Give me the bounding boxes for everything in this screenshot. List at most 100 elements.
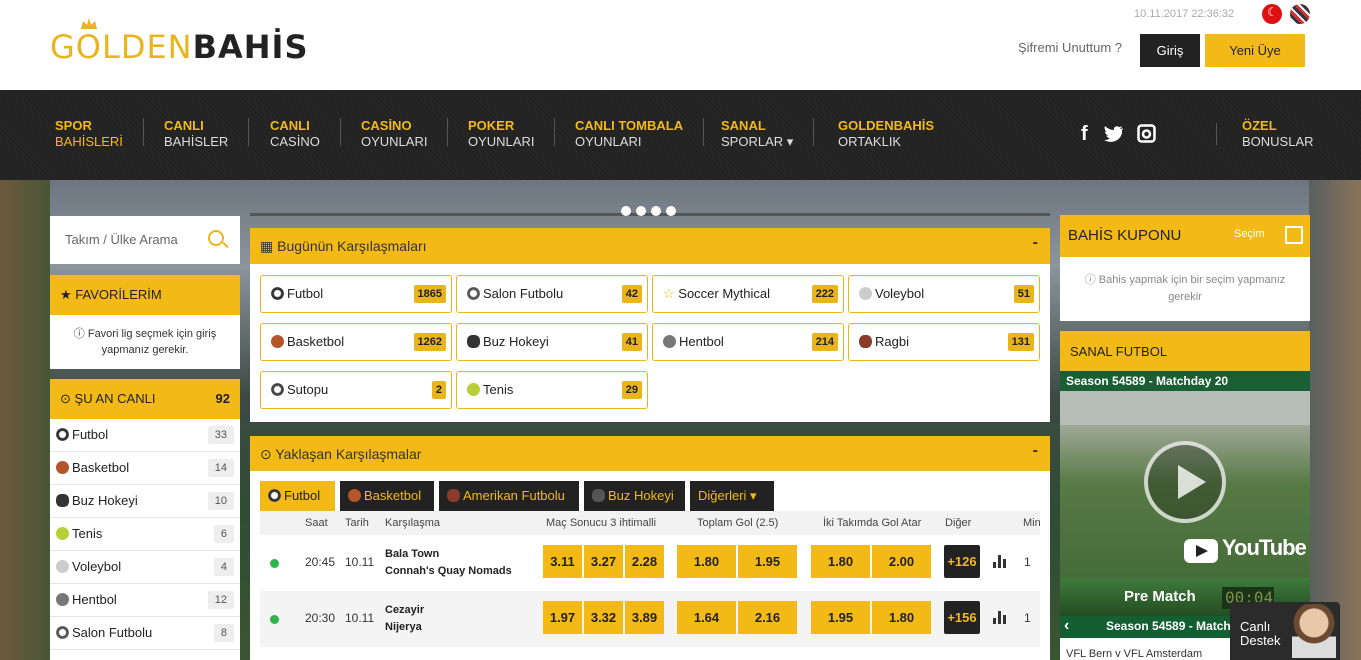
logo[interactable]: GOLDENBAHİS [50, 18, 309, 66]
info-icon: ⓘ [73, 328, 85, 340]
ice-hockey-icon [56, 494, 69, 507]
facebook-icon[interactable]: f [1081, 123, 1088, 146]
stats-icon[interactable] [993, 555, 1007, 568]
sport-count: 51 [1013, 285, 1034, 303]
match-time: 20:45 [305, 555, 336, 569]
nav-label-bottom: OYUNLARI [361, 134, 428, 149]
chevron-left-icon[interactable]: ‹ [1064, 617, 1069, 635]
favorites-body: ⓘ Favori lig seçmek için giriş yapmanız … [50, 315, 240, 369]
sport-button-voleybol[interactable]: Voleybol 51 [848, 275, 1040, 313]
sport-button-tenis[interactable]: Tenis 29 [456, 371, 648, 409]
upcoming-title: Yaklaşan Karşılaşmalar [275, 446, 422, 462]
live-item-salon-futbolu[interactable]: Salon Futbolu 8 [50, 617, 240, 650]
odd-button[interactable]: 3.11 [543, 545, 582, 578]
odd-button[interactable]: 1.80 [872, 601, 931, 634]
live-item-buz-hokeyi[interactable]: Buz Hokeyi 10 [50, 485, 240, 518]
nav-item-canli-bahisler[interactable]: CANLI BAHİSLER [164, 118, 250, 149]
live-now-header[interactable]: ⊙ ŞU AN CANLI 92 [50, 379, 240, 419]
nav-item-tombala[interactable]: CANLI TOMBALA OYUNLARI [575, 118, 705, 149]
slider-dot[interactable] [621, 206, 631, 216]
search-input[interactable] [65, 232, 205, 247]
sport-button-sutopu[interactable]: Sutopu 2 [260, 371, 452, 409]
nav-item-ortaklik[interactable]: GOLDENBAHİS ORTAKLIK [838, 118, 954, 149]
col-header-min: Min [1023, 517, 1041, 529]
search-icon[interactable] [208, 230, 224, 246]
odd-button[interactable]: 3.27 [584, 545, 623, 578]
register-button[interactable]: Yeni Üye [1205, 34, 1305, 67]
tab-basketbol[interactable]: Basketbol [340, 481, 434, 511]
match-date: 10.11 [345, 555, 375, 569]
flag-tr-icon[interactable] [1262, 4, 1282, 24]
sport-button-buz-hokeyi[interactable]: Buz Hokeyi 41 [456, 323, 648, 361]
match-date: 10.11 [345, 611, 375, 625]
sport-count: 131 [1007, 333, 1034, 351]
collapse-button[interactable]: - [1033, 234, 1038, 252]
sport-button-salon-futbolu[interactable]: Salon Futbolu 42 [456, 275, 648, 313]
slider-dots[interactable] [621, 203, 681, 221]
live-item-voleybol[interactable]: Voleybol 4 [50, 551, 240, 584]
slider-dot[interactable] [636, 206, 646, 216]
odd-button[interactable]: 3.32 [584, 601, 623, 634]
more-odds-button[interactable]: +126 [944, 545, 980, 578]
basketball-icon [271, 335, 284, 348]
flag-en-icon[interactable] [1290, 4, 1310, 24]
match-teams[interactable]: Cezayir Nijerya [385, 602, 424, 636]
video-player[interactable]: YouTube [1060, 391, 1310, 578]
slider-dot[interactable] [666, 206, 676, 216]
play-icon[interactable] [1144, 441, 1226, 523]
nav-label-bottom: OYUNLARI [468, 134, 535, 149]
nav-item-sanal-sporlar[interactable]: SANAL SPORLAR ▾ [721, 118, 815, 149]
nav-label-top: POKER [468, 118, 515, 133]
instagram-icon[interactable] [1137, 124, 1156, 143]
sport-label: Ragbi [875, 334, 909, 349]
nav-item-bonuslar[interactable]: ÖZEL BONUSLAR [1242, 118, 1334, 149]
col-header-total-goals: Toplam Gol (2.5) [697, 517, 779, 529]
odd-button[interactable]: 1.97 [543, 601, 582, 634]
sport-button-hentbol[interactable]: Hentbol 214 [652, 323, 844, 361]
stats-icon[interactable] [993, 611, 1007, 624]
live-support-widget[interactable]: Canlı Destek [1230, 602, 1340, 660]
odd-button[interactable]: 1.64 [677, 601, 736, 634]
nav-item-canli-casino[interactable]: CANLI CASİNO [270, 118, 341, 149]
handball-icon [56, 593, 69, 606]
forgot-password-link[interactable]: Şifremi Unuttum ? [1018, 40, 1122, 55]
odd-button[interactable]: 1.95 [811, 601, 870, 634]
odd-button[interactable]: 1.80 [811, 545, 870, 578]
odd-button[interactable]: 3.89 [625, 601, 664, 634]
live-item-count: 8 [213, 624, 234, 642]
twitter-icon[interactable] [1104, 126, 1124, 143]
col-header-btts: İki Takımda Gol Atar [823, 517, 922, 529]
nav-item-casino[interactable]: CASİNO OYUNLARI [361, 118, 449, 149]
sport-count: 29 [621, 381, 642, 399]
tab-digerleri[interactable]: Diğerleri ▾ [690, 481, 774, 511]
sport-button-ragbi[interactable]: Ragbi 131 [848, 323, 1040, 361]
live-item-tenis[interactable]: Tenis 6 [50, 518, 240, 551]
odd-button[interactable]: 2.28 [625, 545, 664, 578]
favorites-message: Favori lig seçmek için giriş yapmanız ge… [87, 328, 217, 356]
match-teams[interactable]: Bala Town Connah's Quay Nomads [385, 546, 512, 580]
slider-dot[interactable] [651, 206, 661, 216]
selection-checkbox[interactable] [1285, 226, 1303, 244]
more-odds-button[interactable]: +156 [944, 601, 980, 634]
sport-count: 1262 [413, 333, 446, 351]
live-item-basketbol[interactable]: Basketbol 14 [50, 452, 240, 485]
odd-button[interactable]: 1.95 [738, 545, 797, 578]
tab-buz-hokeyi[interactable]: Buz Hokeyi [584, 481, 685, 511]
clock-icon: ⊙ [260, 446, 272, 462]
login-button[interactable]: Giriş [1140, 34, 1200, 67]
odd-button[interactable]: 2.00 [872, 545, 931, 578]
nav-item-poker[interactable]: POKER OYUNLARI [468, 118, 556, 149]
tab-amerikan-futbolu[interactable]: Amerikan Futbolu [439, 481, 579, 511]
odd-button[interactable]: 2.16 [738, 601, 797, 634]
prematch-label: Pre Match [1124, 588, 1196, 605]
live-item-hentbol[interactable]: Hentbol 12 [50, 584, 240, 617]
sport-button-futbol[interactable]: Futbol 1865 [260, 275, 452, 313]
tab-futbol[interactable]: Futbol [260, 481, 335, 511]
live-item-futbol[interactable]: Futbol 33 [50, 419, 240, 452]
nav-label-bottom: BONUSLAR [1242, 134, 1314, 149]
odd-button[interactable]: 1.80 [677, 545, 736, 578]
nav-item-spor[interactable]: SPOR BAHİSLERİ [55, 118, 144, 149]
sport-button-basketbol[interactable]: Basketbol 1262 [260, 323, 452, 361]
sport-button-soccer-mythical[interactable]: ☆ Soccer Mythical 222 [652, 275, 844, 313]
collapse-button[interactable]: - [1033, 442, 1038, 460]
